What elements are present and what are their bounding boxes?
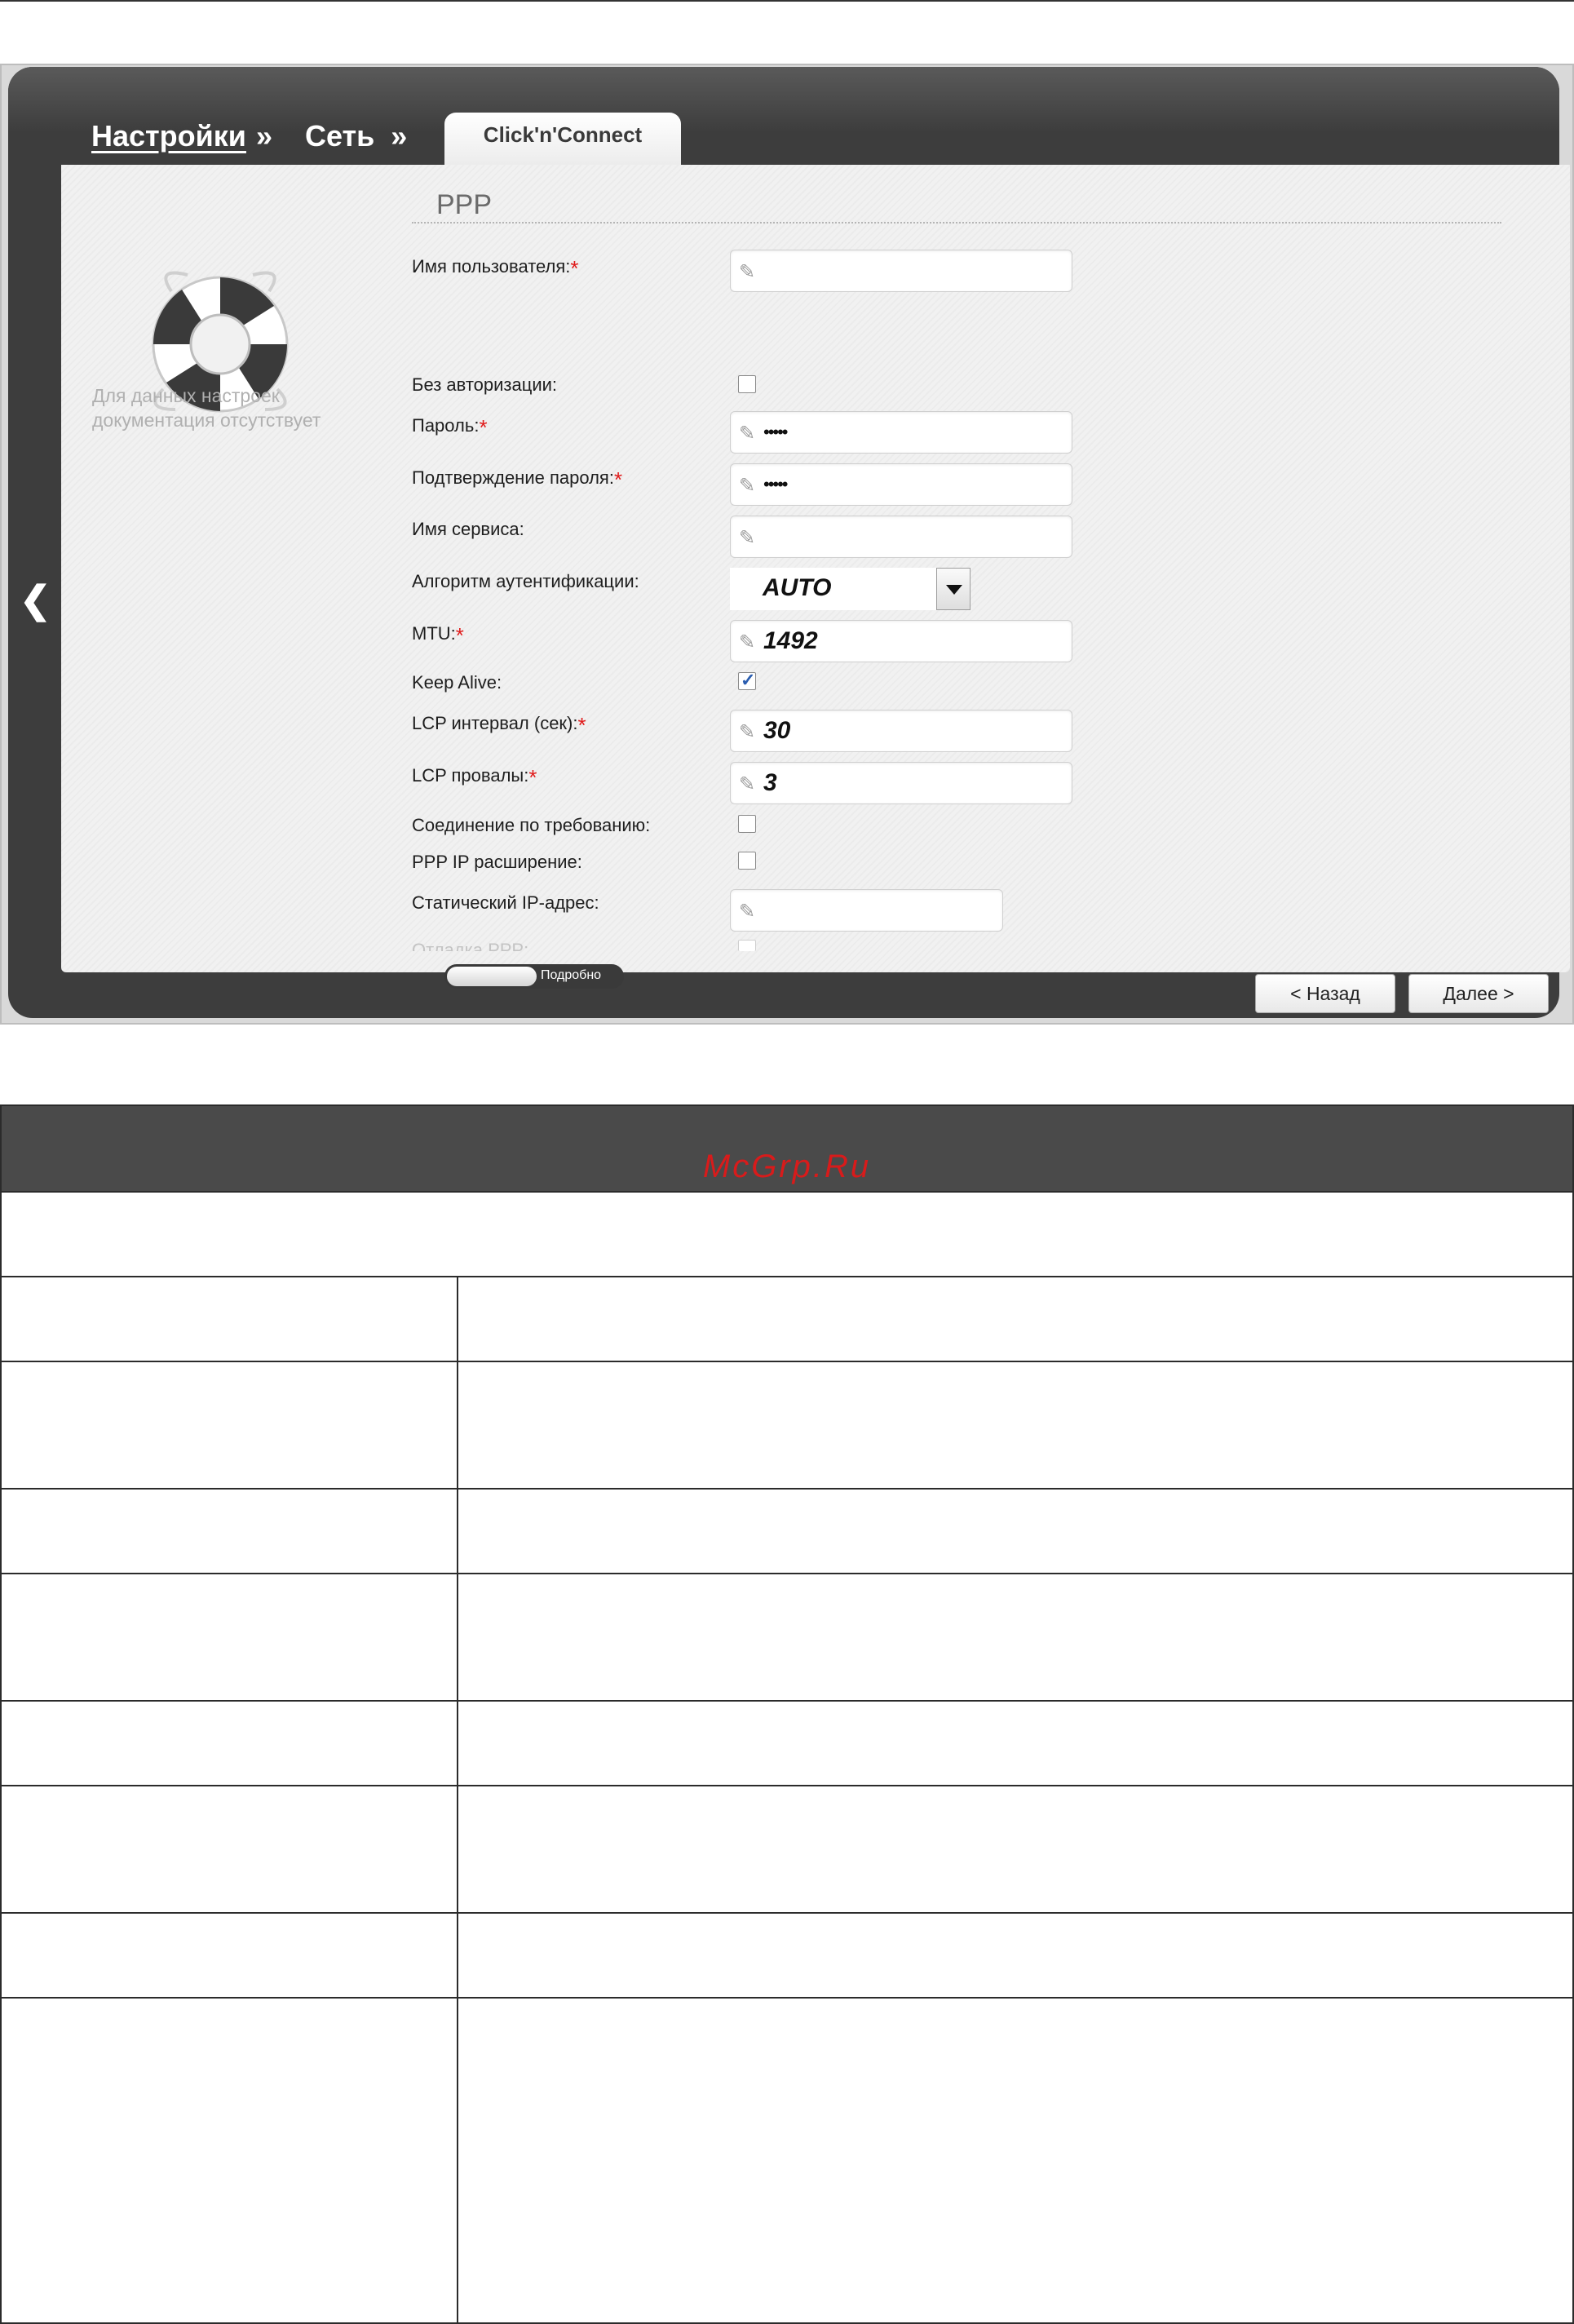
next-button[interactable]: Далее > xyxy=(1408,974,1549,1013)
lcp-interval-label: LCP интервал (сек):* xyxy=(412,713,586,737)
tab-clickn-connect[interactable]: Click'n'Connect xyxy=(444,113,681,165)
pencil-icon: ✎ xyxy=(739,475,756,497)
static-ip-field[interactable]: ✎ xyxy=(730,889,1003,932)
breadcrumb-network: Сеть xyxy=(304,119,375,153)
ppp-ip-extension-checkbox[interactable] xyxy=(738,852,756,870)
on-demand-checkbox[interactable] xyxy=(738,815,756,833)
on-demand-label: Соединение по требованию: xyxy=(412,815,651,835)
top-rule xyxy=(0,0,1574,2)
dropdown-arrow-icon[interactable] xyxy=(936,568,970,610)
table-row xyxy=(2,1785,1572,1912)
ppp-ip-extension-label: PPP IP расширение: xyxy=(412,852,582,872)
settings-panel: Для данных настроек документация отсутст… xyxy=(61,165,1570,1013)
back-button[interactable]: < Назад xyxy=(1255,974,1395,1013)
pencil-icon: ✎ xyxy=(739,773,756,795)
breadcrumb-separator: » xyxy=(391,119,408,153)
watermark: McGrp.Ru xyxy=(702,1149,872,1184)
toggle-label: Подробно xyxy=(541,968,602,982)
required-marker: * xyxy=(577,713,586,737)
back-arrow-icon[interactable]: ❮ xyxy=(20,581,51,618)
breadcrumb-settings-link[interactable]: Настройки xyxy=(91,119,246,153)
section-title: PPP xyxy=(436,189,493,220)
mtu-field[interactable]: ✎ 1492 xyxy=(730,620,1072,662)
section-divider xyxy=(412,222,1501,224)
table-row xyxy=(2,1191,1572,1276)
column-divider xyxy=(457,1276,458,2322)
required-marker: * xyxy=(570,256,579,281)
pencil-icon: ✎ xyxy=(739,901,756,923)
password-confirm-label: Подтверждение пароля:* xyxy=(412,467,623,492)
table-row xyxy=(2,1488,1572,1573)
description-table: McGrp.Ru xyxy=(0,1104,1574,2324)
no-auth-checkbox[interactable] xyxy=(738,375,756,393)
breadcrumb-separator: » xyxy=(255,119,272,153)
username-label: Имя пользователя:* xyxy=(412,256,579,281)
pencil-icon: ✎ xyxy=(739,721,756,743)
table-header: McGrp.Ru xyxy=(2,1106,1572,1191)
auth-algorithm-select[interactable]: AUTO xyxy=(730,568,970,610)
pencil-icon: ✎ xyxy=(739,423,756,445)
mtu-label: MTU:* xyxy=(412,623,464,648)
details-toggle[interactable]: Подробно xyxy=(444,964,624,989)
table-row xyxy=(2,1361,1572,1488)
lcp-interval-field[interactable]: ✎ 30 xyxy=(730,710,1072,752)
table-row xyxy=(2,1700,1572,1785)
router-screenshot: Настройки » Сеть » Click'n'Connect ❮ Для… xyxy=(0,64,1574,1025)
auth-algorithm-label: Алгоритм аутентификации: xyxy=(412,571,639,591)
pencil-icon: ✎ xyxy=(739,261,756,283)
required-marker: * xyxy=(455,623,464,648)
service-name-label: Имя сервиса: xyxy=(412,519,524,539)
lcp-fails-label: LCP провалы:* xyxy=(412,765,537,790)
table-row xyxy=(2,1276,1572,1361)
keep-alive-label: Keep Alive: xyxy=(412,672,502,693)
username-field[interactable]: ✎ xyxy=(730,250,1072,292)
password-field[interactable]: ✎ ••••• xyxy=(730,411,1072,454)
web-interface-frame: Настройки » Сеть » Click'n'Connect ❮ Для… xyxy=(8,67,1570,1018)
required-marker: * xyxy=(479,415,488,440)
password-label: Пароль:* xyxy=(412,415,488,440)
breadcrumb: Настройки » Сеть » xyxy=(91,119,407,153)
static-ip-label: Статический IP-адрес: xyxy=(412,892,599,913)
pencil-icon: ✎ xyxy=(739,631,756,653)
service-name-field[interactable]: ✎ xyxy=(730,516,1072,558)
table-row xyxy=(2,1997,1572,2322)
password-confirm-field[interactable]: ✎ ••••• xyxy=(730,463,1072,506)
lcp-fails-field[interactable]: ✎ 3 xyxy=(730,762,1072,804)
keep-alive-checkbox[interactable] xyxy=(738,670,756,691)
table-row xyxy=(2,1573,1572,1700)
ppp-debug-checkbox[interactable] xyxy=(738,940,756,951)
required-marker: * xyxy=(528,765,537,790)
ppp-debug-label: Отладка PPP: xyxy=(412,940,529,951)
no-auth-label: Без авторизации: xyxy=(412,374,558,395)
pencil-icon: ✎ xyxy=(739,527,756,549)
required-marker: * xyxy=(613,467,623,492)
help-text: Для данных настроек документация отсутст… xyxy=(92,385,321,431)
toggle-knob xyxy=(447,967,537,986)
table-row xyxy=(2,1912,1572,1997)
